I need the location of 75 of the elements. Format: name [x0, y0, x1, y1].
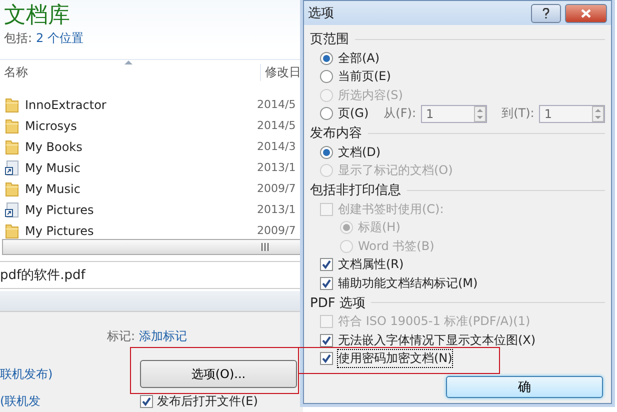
spin-arrows-icon: [474, 106, 486, 122]
checkbox[interactable]: [140, 395, 153, 408]
option-label: 符合 ISO 19005-1 标准(PDF/A)(1): [338, 313, 530, 330]
option-label[interactable]: 页(G): [338, 105, 369, 122]
checkbox[interactable]: [320, 276, 333, 290]
file-name[interactable]: InnoExtractor: [25, 98, 257, 112]
page-number-field[interactable]: 1: [539, 104, 605, 123]
modified-date: 2013/1: [257, 161, 296, 174]
folder-icon: [5, 222, 19, 238]
option-label[interactable]: 使用密码加密文档(N): [338, 350, 452, 368]
file-name[interactable]: Microsys: [25, 118, 257, 132]
tags-label: 标记:: [107, 328, 136, 345]
library-title: 文档库: [3, 2, 71, 30]
file-name-field[interactable]: pdf的软件.pdf: [0, 261, 303, 289]
radio-button[interactable]: [320, 70, 333, 84]
sort-caret-icon: [124, 60, 133, 65]
dialog-title: 选项: [308, 5, 335, 22]
column-header[interactable]: 名称: [0, 64, 260, 80]
horizontal-scrollbar[interactable]: [2, 239, 301, 255]
field-label: 从(F):: [384, 105, 416, 122]
section-title: 页范围: [310, 31, 349, 48]
option-label[interactable]: 文档属性(R): [338, 256, 404, 274]
option-label: 创建书签时使用(C):: [338, 200, 444, 218]
shortcut-icon: [5, 160, 19, 176]
add-tag-link[interactable]: 添加标记: [139, 328, 188, 345]
checkbox-label[interactable]: 发布后打开文件(E): [157, 393, 258, 410]
modified-date: 2014/5: [257, 98, 296, 111]
file-name[interactable]: My Books: [25, 140, 257, 154]
option-label[interactable]: 全部(A): [338, 50, 380, 67]
options-button[interactable]: 选项(O)...: [140, 360, 297, 388]
modified-date: 2009/7: [257, 182, 296, 195]
help-icon: [542, 8, 550, 18]
option-label: 显示了标记的文档(O): [338, 162, 453, 180]
shortcut-icon: [5, 202, 19, 218]
includes-label: 包括:: [4, 30, 32, 47]
option-text: 联机发布): [0, 366, 54, 382]
close-button[interactable]: [565, 4, 607, 22]
option-label[interactable]: 文档(D): [338, 144, 381, 161]
folder-icon: [5, 96, 19, 112]
checkbox[interactable]: [320, 334, 333, 347]
folder-icon: [5, 138, 19, 154]
option-label: 所选内容(S): [338, 86, 403, 104]
grip-icon: [260, 243, 270, 251]
option-label: Word 书签(B): [358, 238, 434, 255]
file-name[interactable]: My Pictures: [25, 202, 257, 216]
modified-date: 2013/1: [257, 203, 296, 216]
section-title: PDF 选项: [310, 294, 366, 312]
checkbox[interactable]: [320, 258, 333, 272]
page-number-field[interactable]: 1: [420, 104, 487, 123]
file-name[interactable]: My Music: [25, 182, 257, 196]
locations-link[interactable]: 2 个位置: [36, 30, 84, 47]
radio-button[interactable]: [320, 52, 333, 65]
checkbox[interactable]: [320, 352, 333, 366]
section-title: 包括非打印信息: [310, 182, 401, 199]
option-label[interactable]: 无法嵌入字体情况下显示文本位图(X): [338, 332, 536, 349]
spin-arrows-icon: [592, 106, 604, 122]
file-name[interactable]: My Music: [25, 160, 257, 174]
folder-icon: [5, 118, 19, 134]
option-text: (联机发: [0, 393, 42, 410]
field-label: 到(T):: [502, 105, 534, 122]
modified-date: 2014/5: [257, 119, 296, 132]
file-type-field[interactable]: [0, 291, 303, 312]
option-label[interactable]: 辅助功能文档结构标记(M): [338, 274, 478, 292]
folder-icon: [5, 180, 19, 196]
radio-button[interactable]: [320, 107, 333, 120]
option-label: 标题(H): [358, 219, 400, 236]
section-title: 发布内容: [310, 125, 362, 142]
close-icon: [581, 8, 591, 18]
option-label[interactable]: 当前页(E): [338, 68, 391, 86]
ok-button[interactable]: 确: [446, 376, 603, 398]
modified-date: 2009/7: [257, 224, 296, 237]
radio-button[interactable]: [320, 146, 333, 159]
help-button[interactable]: [531, 4, 561, 22]
file-name[interactable]: My Pictures: [25, 224, 257, 238]
modified-date: 2014/3: [257, 140, 296, 153]
